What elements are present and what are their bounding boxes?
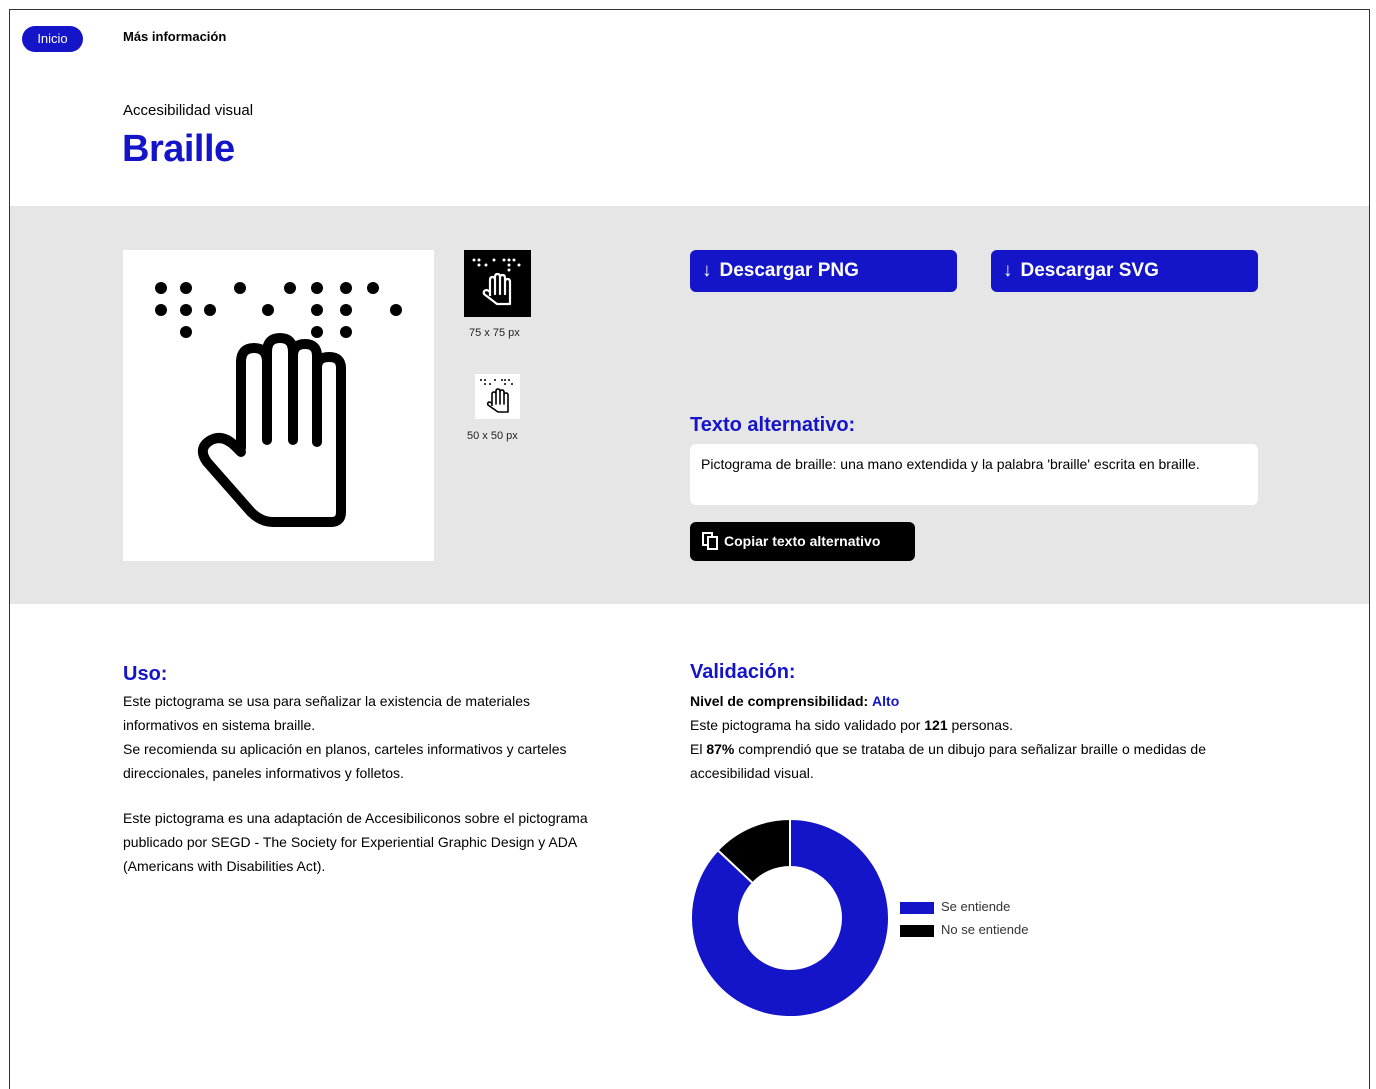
nav-more-info-link[interactable]: Más información [123,29,226,44]
legend-label-understood: Se entiende [941,899,1011,914]
copy-alt-text-button[interactable]: Copiar texto alternativo [690,522,915,561]
comprehension-donut-chart [690,818,890,1018]
copy-icon [702,531,718,550]
validacion-heading: Validación: [690,661,796,683]
uso-paragraph-2: Se recomienda su aplicación en planos, c… [123,741,567,781]
validation-pct-pre: El [690,741,707,757]
download-svg-button[interactable]: ↓ Descargar SVG [991,250,1258,292]
validation-percentage: El 87% comprendió que se trataba de un d… [690,737,1270,785]
validation-count: Este pictograma ha sido validado por 121… [690,713,1270,737]
legend-item-understood: Se entiende [900,899,1010,914]
alt-text-field[interactable]: Pictograma de braille: una mano extendid… [690,444,1258,505]
uso-paragraph-1: Este pictograma se usa para señalizar la… [123,693,530,733]
download-arrow-icon: ↓ [702,260,712,281]
preview-50-image[interactable] [475,374,520,419]
preview-50-size-label: 50 x 50 px [467,430,518,442]
page-title: Braille [122,128,235,170]
legend-item-not-understood: No se entiende [900,922,1028,937]
preview-75-image[interactable] [464,250,531,317]
validation-count-post: personas. [947,717,1013,733]
validation-count-pre: Este pictograma ha sido validado por [690,717,925,733]
download-arrow-icon: ↓ [1003,260,1013,281]
comprehension-level-label: Nivel de comprensibilidad: [690,693,869,709]
nav-home-button[interactable]: Inicio [22,26,83,52]
uso-heading: Uso: [123,663,168,685]
breadcrumb-category[interactable]: Accesibilidad visual [123,102,253,119]
download-png-button[interactable]: ↓ Descargar PNG [690,250,957,292]
uso-paragraph-3: Este pictograma es una adaptación de Acc… [123,810,588,874]
validation-pct-post: comprendió que se trataba de un dibujo p… [690,741,1207,781]
comprehension-level-value: Alto [872,693,900,709]
copy-alt-text-label: Copiar texto alternativo [724,533,881,549]
validation-pct-value: 87% [706,741,735,757]
validation-count-value: 121 [924,717,948,733]
legend-swatch-not-understood [900,924,934,937]
alt-text-heading: Texto alternativo: [690,414,856,436]
preview-75-size-label: 75 x 75 px [469,327,520,339]
comprehension-level: Nivel de comprensibilidad: Alto [690,689,1270,713]
legend-swatch-understood [900,901,934,914]
download-svg-label: Descargar SVG [1020,260,1159,281]
download-png-label: Descargar PNG [719,260,859,281]
braille-pictogram-image [123,250,434,561]
legend-label-not-understood: No se entiende [941,922,1029,937]
